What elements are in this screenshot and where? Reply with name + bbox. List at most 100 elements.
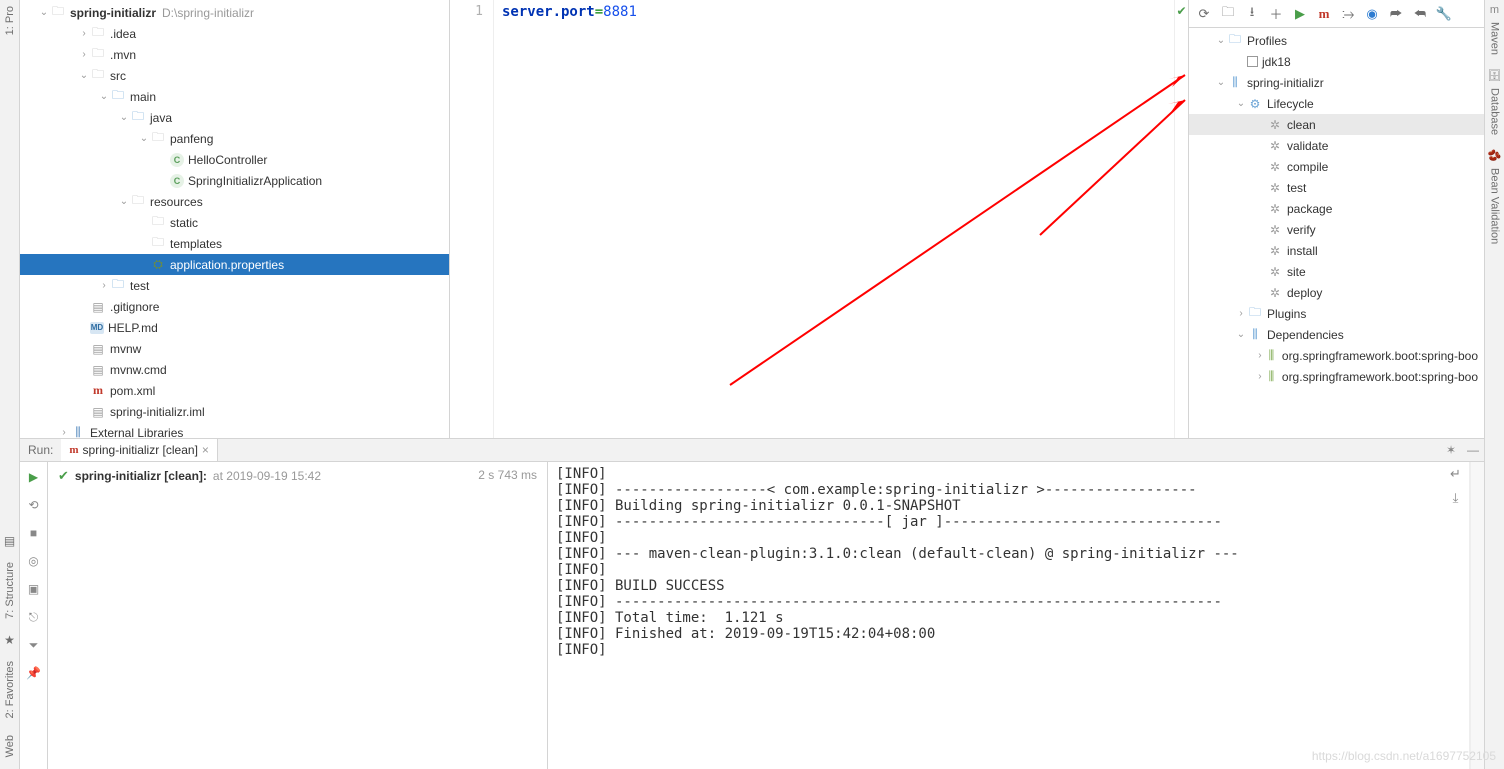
maven-tree-row[interactable]: ⌄⚙Lifecycle	[1189, 93, 1484, 114]
maven-tree-row[interactable]: ·✲install	[1189, 240, 1484, 261]
maven-tree-row[interactable]: ›⫼org.springframework.boot:spring-boo	[1189, 366, 1484, 387]
maven-reload-icon[interactable]: ⟳	[1193, 3, 1215, 25]
maven-m-icon[interactable]: m	[1313, 3, 1335, 25]
plugins-icon: 🗀	[1247, 306, 1263, 322]
tree-row[interactable]: ·🗀static	[20, 212, 449, 233]
checkbox-icon[interactable]	[1247, 56, 1258, 67]
scroll-end-icon[interactable]: ⤓	[1453, 490, 1459, 506]
tree-row[interactable]: ·MDHELP.md	[20, 317, 449, 338]
maven-sources-icon[interactable]: 🗀	[1217, 3, 1239, 25]
maven-download-icon[interactable]: ⭳	[1241, 3, 1263, 25]
tree-row[interactable]: ·🗀templates	[20, 233, 449, 254]
tree-row[interactable]: ›🗀.idea	[20, 23, 449, 44]
tree-row[interactable]: ·⛭application.properties	[20, 254, 449, 275]
stop-icon[interactable]: ■	[25, 524, 43, 542]
maven-tree-row[interactable]: ·✲site	[1189, 261, 1484, 282]
left-tab-web[interactable]: Web	[4, 731, 16, 761]
chevron-down-icon[interactable]: ⌄	[1215, 35, 1227, 46]
chevron-right-icon[interactable]: ›	[58, 427, 70, 438]
console-scrollbar[interactable]	[1470, 462, 1484, 769]
maven-tree-row[interactable]: ·✲deploy	[1189, 282, 1484, 303]
code-value: 8881	[603, 4, 637, 20]
maven-tree-row[interactable]: ·✲compile	[1189, 156, 1484, 177]
tree-row[interactable]: ⌄🗀panfeng	[20, 128, 449, 149]
tree-row[interactable]: ⌄🗀java	[20, 107, 449, 128]
maven-offline-icon[interactable]: ◉	[1361, 3, 1383, 25]
chevron-down-icon[interactable]: ⌄	[118, 196, 130, 207]
right-tab-bean[interactable]: Bean Validation	[1489, 164, 1501, 248]
left-tab-structure[interactable]: 7: Structure	[4, 558, 16, 623]
chevron-right-icon[interactable]: ›	[78, 49, 90, 60]
chevron-down-icon[interactable]: ⌄	[98, 91, 110, 102]
tree-row[interactable]: ⌄🗀resources	[20, 191, 449, 212]
maven-tree-row[interactable]: ⌄⫼spring-initializr	[1189, 72, 1484, 93]
tree-row[interactable]: ·▤spring-initializr.iml	[20, 401, 449, 422]
maven-tree-row[interactable]: ·✲validate	[1189, 135, 1484, 156]
target-icon[interactable]: ◎	[25, 552, 43, 570]
editor-gutter: 1	[450, 0, 494, 438]
tree-row[interactable]: ›🗀.mvn	[20, 44, 449, 65]
softwrap-icon[interactable]: ↵	[1450, 466, 1461, 482]
close-icon[interactable]: ×	[202, 443, 209, 457]
tree-row[interactable]: ›⫼External Libraries	[20, 422, 449, 438]
chevron-down-icon[interactable]: ⌄	[1235, 329, 1247, 340]
maven-tree-row[interactable]: ·✲clean	[1189, 114, 1484, 135]
tree-row[interactable]: ·▤mvnw.cmd	[20, 359, 449, 380]
tree-label: static	[170, 216, 198, 230]
maven-tree-row[interactable]: ⌄🗀Profiles	[1189, 30, 1484, 51]
chevron-right-icon[interactable]: ›	[78, 28, 90, 39]
chevron-down-icon[interactable]: ⌄	[138, 133, 150, 144]
run-tab[interactable]: m spring-initializr [clean] ×	[61, 439, 218, 461]
chevron-down-icon[interactable]: ⌄	[38, 7, 50, 18]
attach-icon[interactable]: ⟲	[25, 496, 43, 514]
run-minimize-icon[interactable]: —	[1462, 443, 1484, 457]
maven-collapse-icon[interactable]: ⮪	[1409, 3, 1431, 25]
rerun-icon[interactable]: ▶	[25, 468, 43, 486]
console-output[interactable]: [INFO] [INFO] ------------------< com.ex…	[548, 462, 1442, 769]
export-icon[interactable]: ⎋	[25, 608, 43, 626]
maven-tree-row[interactable]: ·✲test	[1189, 177, 1484, 198]
chevron-down-icon[interactable]: ⌄	[118, 112, 130, 123]
chevron-down-icon[interactable]: ⌄	[1235, 98, 1247, 109]
tree-label: org.springframework.boot:spring-boo	[1282, 349, 1478, 363]
left-tab-project[interactable]: 1: Pro	[4, 2, 16, 39]
editor[interactable]: 1 server.port=8881 ✔	[450, 0, 1188, 438]
maven-tree-row[interactable]: ›⫼org.springframework.boot:spring-boo	[1189, 345, 1484, 366]
tree-row[interactable]: ·mpom.xml	[20, 380, 449, 401]
tree-label: spring-initializr.iml	[110, 405, 205, 419]
tree-row[interactable]: ·▤mvnw	[20, 338, 449, 359]
maven-tree-row[interactable]: ·jdk18	[1189, 51, 1484, 72]
filter-icon[interactable]: ⏷	[25, 636, 43, 654]
maven-run-icon[interactable]: ▶	[1289, 3, 1311, 25]
left-icon-favorites[interactable]: ★	[4, 631, 15, 649]
camera-icon[interactable]: ▣	[25, 580, 43, 598]
chevron-down-icon[interactable]: ⌄	[78, 70, 90, 81]
right-tab-database[interactable]: Database	[1489, 84, 1501, 139]
tree-row[interactable]: ·▤.gitignore	[20, 296, 449, 317]
chevron-down-icon[interactable]: ⌄	[1215, 77, 1227, 88]
tree-row[interactable]: ·CSpringInitializrApplication	[20, 170, 449, 191]
editor-code[interactable]: server.port=8881	[494, 0, 1174, 438]
maven-skip-icon[interactable]: ⧴	[1337, 3, 1359, 25]
tree-row-root[interactable]: ⌄🗀spring-initializrD:\spring-initializr	[20, 2, 449, 23]
tree-row[interactable]: ›🗀test	[20, 275, 449, 296]
maven-add-icon[interactable]: ＋	[1265, 3, 1287, 25]
maven-settings-icon[interactable]: 🔧	[1433, 3, 1455, 25]
pin-icon[interactable]: 📌	[25, 664, 43, 682]
chevron-right-icon[interactable]: ›	[98, 280, 110, 291]
maven-tree-row[interactable]: ·✲package	[1189, 198, 1484, 219]
maven-tree-row[interactable]: ·✲verify	[1189, 219, 1484, 240]
chevron-right-icon[interactable]: ›	[1255, 371, 1265, 382]
right-tab-maven[interactable]: Maven	[1489, 18, 1501, 59]
tree-row[interactable]: ·CHelloController	[20, 149, 449, 170]
chevron-right-icon[interactable]: ›	[1235, 308, 1247, 319]
maven-tree-row[interactable]: ›🗀Plugins	[1189, 303, 1484, 324]
tree-row[interactable]: ⌄🗀main	[20, 86, 449, 107]
maven-expand-icon[interactable]: ⮫	[1385, 3, 1407, 25]
left-icon-structure[interactable]: ▤	[4, 532, 15, 550]
left-tab-favorites[interactable]: 2: Favorites	[4, 657, 16, 722]
tree-row[interactable]: ⌄🗀src	[20, 65, 449, 86]
run-settings-icon[interactable]: ✶	[1440, 443, 1462, 457]
maven-tree-row[interactable]: ⌄⫼Dependencies	[1189, 324, 1484, 345]
chevron-right-icon[interactable]: ›	[1255, 350, 1265, 361]
